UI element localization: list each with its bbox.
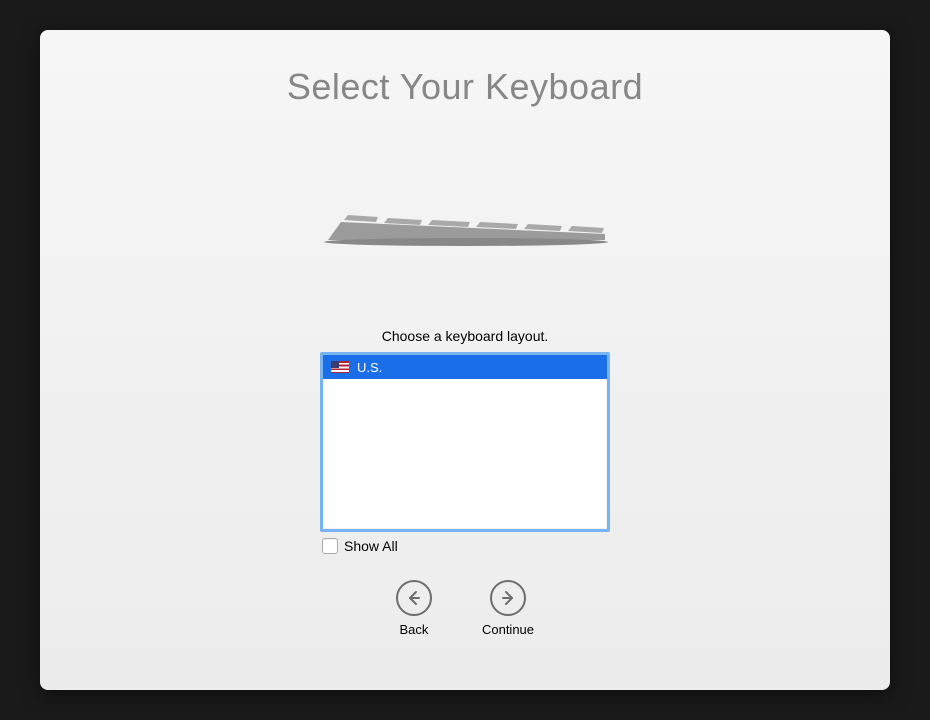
setup-window: Select Your Keyboard Choose a keyboard l… [40,30,890,690]
keyboard-illustration [320,198,610,258]
back-label: Back [400,622,429,637]
continue-label: Continue [482,622,534,637]
arrow-right-icon [490,580,526,616]
nav-buttons: Back Continue [396,580,534,637]
continue-button[interactable]: Continue [482,580,534,637]
show-all-row: Show All [320,532,610,554]
us-flag-icon [331,361,349,373]
keyboard-icon [320,198,610,258]
show-all-label[interactable]: Show All [344,538,398,554]
layout-item-us[interactable]: U.S. [323,355,607,379]
show-all-checkbox[interactable] [322,538,338,554]
page-title: Select Your Keyboard [287,66,643,108]
instruction-text: Choose a keyboard layout. [382,328,549,344]
layout-item-label: U.S. [357,360,382,375]
back-button[interactable]: Back [396,580,432,637]
arrow-left-icon [396,580,432,616]
keyboard-layout-list[interactable]: U.S. [320,352,610,532]
